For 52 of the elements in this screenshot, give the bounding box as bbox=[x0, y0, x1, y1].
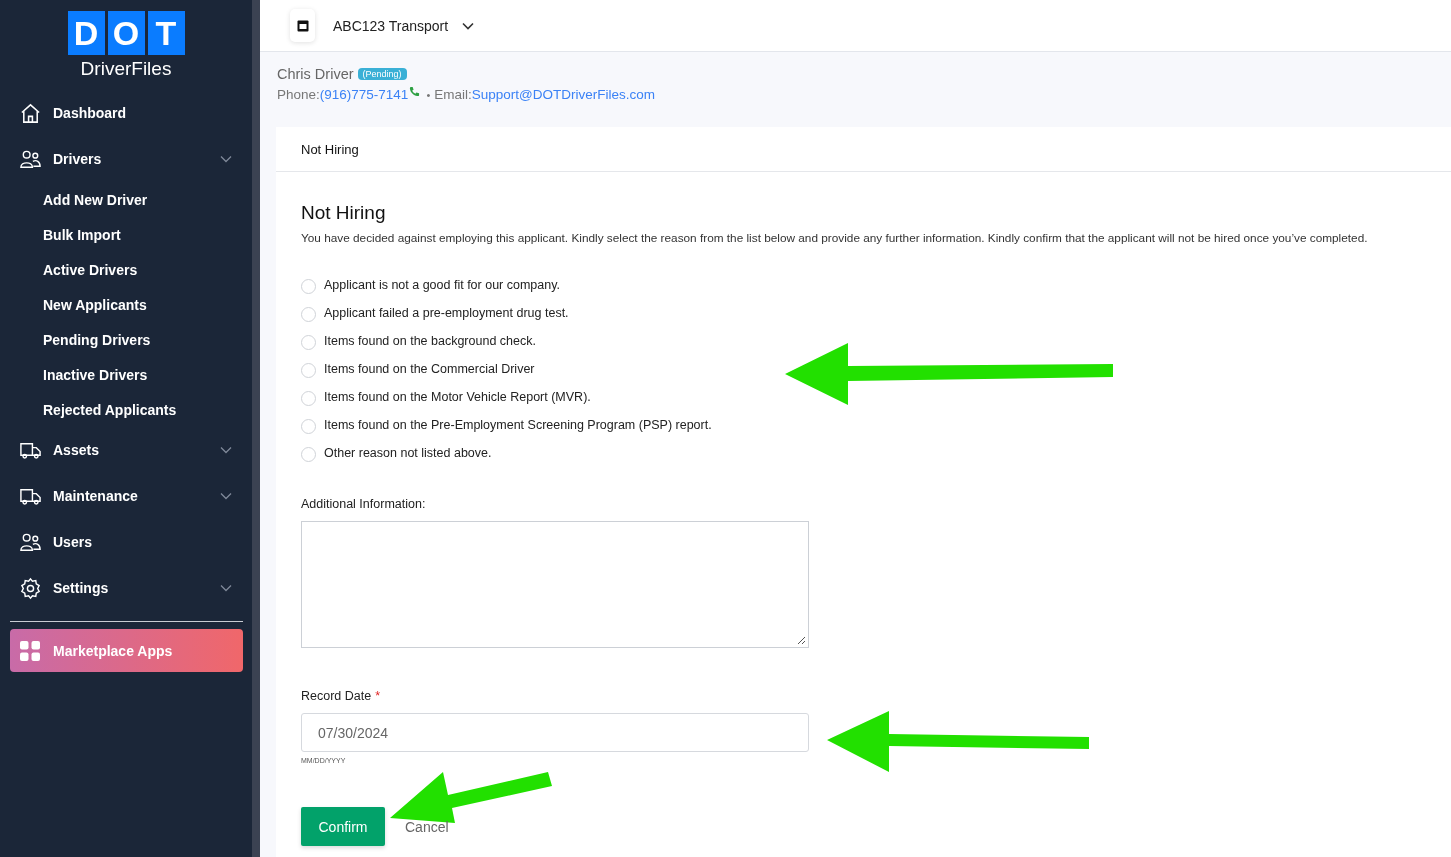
chevron-icon[interactable] bbox=[220, 584, 232, 592]
logo-subtitle: DriverFiles bbox=[80, 58, 172, 80]
logo-letter: O bbox=[107, 11, 145, 55]
status-badge: (Pending) bbox=[357, 68, 407, 80]
apps-icon bbox=[20, 640, 40, 661]
radio-label: Items found on the Motor Vehicle Report (MVR). bbox=[324, 390, 591, 404]
nav-item[interactable]: Dashboard bbox=[53, 105, 232, 121]
phone-label: Phone: bbox=[277, 87, 320, 102]
logo-letter: D bbox=[67, 11, 105, 55]
nav-subitem[interactable]: Pending Drivers bbox=[43, 322, 252, 357]
nav-subitem[interactable]: Active Drivers bbox=[43, 252, 252, 287]
textarea-field[interactable] bbox=[301, 521, 809, 648]
chevron-icon bbox=[462, 21, 475, 30]
section-title: Not Hiring bbox=[301, 202, 387, 224]
phone-icon bbox=[409, 86, 421, 97]
radio-label: Items found on the Commercial Driver bbox=[324, 362, 535, 376]
radio-label: Other reason not listed above. bbox=[324, 446, 492, 460]
nav-subitem[interactable]: Bulk Import bbox=[43, 217, 252, 252]
nav-subitem[interactable]: Add New Driver bbox=[43, 182, 252, 217]
date-field[interactable]: 07/30/2024 bbox=[301, 713, 809, 752]
phone-link[interactable]: (916)775-7141 bbox=[319, 87, 409, 102]
resize-grip-icon bbox=[796, 635, 806, 645]
email-link[interactable]: Support@DOTDriverFiles.com bbox=[471, 87, 655, 102]
nav-subitem[interactable]: New Applicants bbox=[43, 287, 252, 322]
nav-subitem[interactable]: Inactive Drivers bbox=[43, 357, 252, 392]
description: You have decided against employing this applicant. Kindly select the reason from the list below and provide any further information. Kindly confirm that the applicant will not be hired once you’ve completed. bbox=[301, 231, 1369, 245]
store-icon bbox=[290, 9, 315, 42]
logo-letter: T bbox=[147, 11, 185, 55]
card-tab-title: Not Hiring bbox=[301, 141, 359, 157]
nav-subitem[interactable]: Rejected Applicants bbox=[43, 392, 252, 427]
radio-label: Items found on the Pre-Employment Screening Program (PSP) report. bbox=[324, 418, 712, 432]
field-label: Record Date bbox=[301, 689, 372, 703]
company-dropdown[interactable]: ABC123 Transport bbox=[333, 17, 475, 34]
nav-item[interactable]: Settings bbox=[53, 580, 220, 596]
chevron-icon[interactable] bbox=[220, 446, 232, 454]
settings-icon bbox=[19, 576, 42, 600]
nav-item[interactable]: Users bbox=[53, 534, 232, 550]
driver-name: Chris Driver bbox=[277, 66, 354, 82]
nav-item[interactable]: Assets bbox=[53, 442, 220, 458]
email-label: Email: bbox=[434, 87, 472, 102]
home-icon bbox=[19, 101, 42, 125]
nav-item[interactable]: Drivers bbox=[53, 151, 220, 167]
radio-label: Items found on the background check. bbox=[324, 334, 536, 348]
cancel-button[interactable]: Cancel bbox=[405, 818, 449, 835]
radio-label: Applicant failed a pre-employment drug test. bbox=[324, 306, 569, 320]
required-mark: * bbox=[375, 689, 381, 703]
field-label: Additional Information: bbox=[301, 497, 427, 511]
radio-label: Applicant is not a good fit for our company. bbox=[324, 278, 560, 292]
chevron-icon[interactable] bbox=[220, 155, 232, 163]
separator-dot: • bbox=[426, 88, 431, 101]
chevron-icon[interactable] bbox=[220, 492, 232, 500]
nav-item[interactable]: Maintenance bbox=[53, 488, 220, 504]
